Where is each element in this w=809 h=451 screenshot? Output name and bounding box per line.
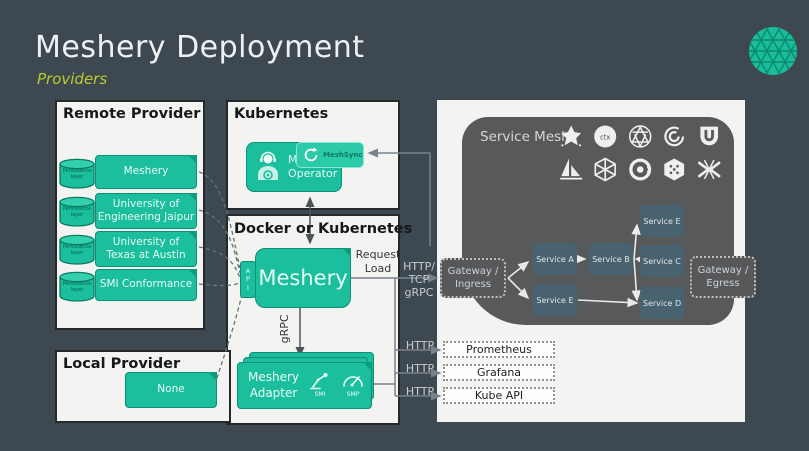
service-e-top-label: Service E bbox=[643, 217, 680, 226]
service-c-label: Service C bbox=[643, 257, 681, 266]
http-label: HTTP bbox=[402, 362, 438, 375]
api-tab-label: A P I bbox=[246, 267, 250, 292]
local-provider-title: Local Provider bbox=[63, 356, 180, 372]
database-icon: Persistence layer bbox=[58, 234, 96, 266]
database-icon: Persistence layer bbox=[58, 158, 96, 190]
service-b-node: Service B bbox=[589, 243, 633, 275]
octarine-icon bbox=[661, 123, 687, 150]
remote-item-label: University of Engineering Jaipur bbox=[98, 198, 194, 224]
page-subtitle: Providers bbox=[37, 70, 107, 88]
istio-icon bbox=[558, 156, 584, 183]
smp-gauge-icon bbox=[341, 371, 365, 391]
service-e-left-label: Service E bbox=[536, 296, 573, 305]
network-service-mesh-icon bbox=[627, 123, 653, 150]
kube-api-label: Kube API bbox=[475, 389, 523, 402]
consul-icon bbox=[627, 156, 653, 183]
prometheus-label: Prometheus bbox=[466, 343, 532, 356]
service-a-label: Service A bbox=[536, 255, 574, 264]
page-title: Meshery Deployment bbox=[35, 30, 365, 65]
open-service-mesh-icon bbox=[661, 156, 687, 183]
local-provider-none-label: None bbox=[157, 383, 184, 396]
service-d-label: Service D bbox=[643, 299, 681, 308]
gateway-egress-label: Gateway / Egress bbox=[698, 264, 749, 290]
linkerd-icon bbox=[558, 123, 584, 150]
remote-provider-item: Meshery bbox=[95, 155, 197, 189]
grpc-label: gRPC bbox=[278, 309, 292, 349]
meshsync-box: MeshSync bbox=[296, 142, 364, 168]
service-e-left-node: Service E bbox=[533, 284, 577, 316]
smp-icon-group: SMP bbox=[341, 371, 365, 399]
grafana-box: Grafana bbox=[443, 364, 555, 381]
remote-item-label: University of Texas at Austin bbox=[106, 236, 185, 262]
service-c-node: Service C bbox=[640, 245, 684, 277]
prometheus-box: Prometheus bbox=[443, 341, 555, 358]
database-icon: Persistence layer bbox=[58, 271, 96, 303]
sync-icon bbox=[302, 146, 320, 164]
remote-provider-item: SMI Conformance bbox=[95, 269, 197, 301]
citrix-icon: ctx bbox=[592, 123, 618, 150]
gateway-ingress-box: Gateway / Ingress bbox=[440, 258, 506, 298]
aws-app-mesh-icon bbox=[592, 156, 618, 183]
http-label: HTTP bbox=[402, 385, 438, 398]
meshery-adapter-box: Meshery Adapter SMI SMP bbox=[237, 362, 372, 409]
folded-corner bbox=[342, 248, 351, 257]
folded-corner bbox=[208, 372, 217, 381]
meshery-box: Meshery bbox=[255, 248, 351, 308]
folded-corner bbox=[188, 193, 197, 202]
gateway-egress-box: Gateway / Egress bbox=[690, 256, 756, 298]
mesh-logo-row-2 bbox=[558, 156, 722, 183]
request-load-label: Request Load bbox=[355, 248, 401, 276]
meshsync-label: MeshSync bbox=[323, 151, 363, 159]
service-a-node: Service A bbox=[533, 243, 577, 275]
smi-icon-group: SMI bbox=[309, 371, 331, 399]
service-b-label: Service B bbox=[592, 255, 630, 264]
gateway-ingress-label: Gateway / Ingress bbox=[448, 265, 499, 291]
database-label: Persistence layer bbox=[58, 244, 96, 256]
service-mesh-title: Service Mesh bbox=[480, 129, 570, 145]
service-d-node: Service D bbox=[640, 287, 684, 319]
kubernetes-title: Kubernetes bbox=[234, 106, 328, 122]
folded-corner bbox=[188, 231, 197, 240]
database-label: Persistence layer bbox=[58, 168, 96, 180]
kube-api-box: Kube API bbox=[443, 387, 555, 404]
mesh-logo-row-1: ctx bbox=[558, 123, 722, 150]
local-provider-none-box: None bbox=[125, 372, 217, 408]
meshery-label: Meshery bbox=[258, 266, 347, 290]
remote-provider-item: University of Texas at Austin bbox=[95, 231, 197, 267]
folded-corner bbox=[188, 269, 197, 278]
remote-item-label: SMI Conformance bbox=[100, 278, 192, 291]
database-label: Persistence layer bbox=[58, 281, 96, 293]
http-label: HTTP bbox=[402, 339, 438, 352]
service-e-top-node: Service E bbox=[640, 205, 684, 237]
meshery-logo-icon bbox=[746, 24, 800, 78]
api-tab: A P I bbox=[240, 261, 256, 298]
http-tcp-grpc-label: HTTP/ TCP gRPC bbox=[399, 260, 439, 299]
traefik-mesh-icon bbox=[696, 156, 722, 183]
remote-provider-item: University of Engineering Jaipur bbox=[95, 193, 197, 229]
database-icon: Persistence layer bbox=[58, 196, 96, 228]
smp-label: SMP bbox=[347, 391, 360, 399]
folded-corner bbox=[188, 155, 197, 164]
database-label: Persistence layer bbox=[58, 206, 96, 218]
docker-kubernetes-title: Docker or Kubernetes bbox=[234, 221, 412, 237]
remote-item-label: Meshery bbox=[124, 165, 169, 178]
remote-provider-title: Remote Provider bbox=[63, 106, 200, 122]
meshery-adapter-label: Meshery Adapter bbox=[248, 370, 299, 401]
kuma-icon bbox=[696, 123, 722, 150]
grafana-label: Grafana bbox=[477, 366, 521, 379]
operator-icon bbox=[252, 150, 284, 184]
folded-corner bbox=[363, 362, 372, 371]
smi-icon bbox=[309, 371, 331, 391]
svg-text:ctx: ctx bbox=[601, 133, 611, 141]
smi-label: SMI bbox=[315, 391, 326, 399]
